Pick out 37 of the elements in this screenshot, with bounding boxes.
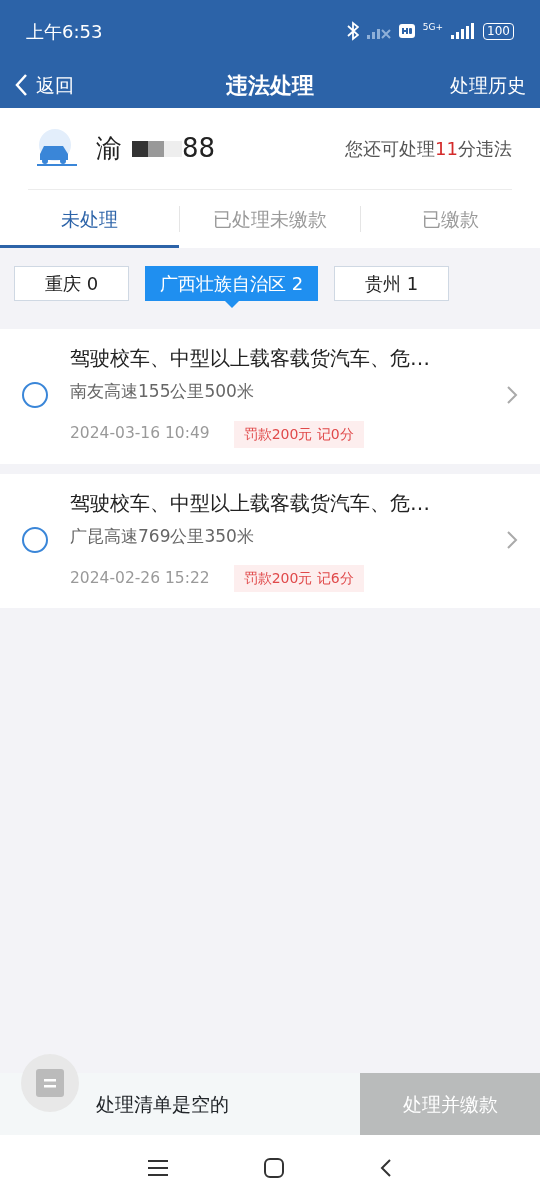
region-chip[interactable]: 广西壮族自治区 2 [145, 266, 319, 301]
back-icon [14, 73, 28, 97]
violation-card[interactable]: 驾驶校车、中型以上载客载货汽车、危… 广昆高速769公里350米 2024-02-26 15:22 罚款200元 记6分 [0, 473, 540, 608]
page-title: 违法处理 [226, 72, 314, 98]
select-checkbox[interactable] [22, 382, 48, 409]
back-button[interactable]: 返回 [14, 70, 74, 100]
bluetooth-icon [346, 21, 359, 41]
penalty-tag: 罚款200元 记6分 [233, 565, 364, 592]
redaction-drawing [132, 140, 182, 157]
select-checkbox[interactable] [22, 526, 48, 553]
back-icon[interactable] [380, 1157, 392, 1178]
violation-title: 驾驶校车、中型以上载客载货汽车、危… [70, 489, 431, 517]
violation-location: 广昆高速769公里350米 [70, 524, 255, 548]
violation-card[interactable]: 驾驶校车、中型以上载客载货汽车、危… 南友高速155公里500米 2024-03-16 10:49 罚款200元 记0分 [0, 329, 540, 464]
chevron-right-icon [506, 385, 518, 406]
quota-text: 您还可处理11分违法 [345, 137, 512, 161]
network-label: 5G+ [422, 23, 444, 32]
pointer-icon [224, 301, 239, 308]
tab[interactable]: 未处理 [0, 190, 180, 248]
violation-time: 2024-03-16 10:49 [70, 423, 210, 445]
cart-status: 处理清单是空的 [96, 1091, 230, 1117]
status-time: 上午6:53 [26, 19, 103, 44]
violation-title: 驾驶校车、中型以上载客载货汽车、危… [70, 345, 431, 372]
battery-indicator: 100 [483, 22, 514, 40]
history-link[interactable]: 处理历史 [450, 70, 526, 100]
signal-icon [451, 23, 476, 39]
plate-text: 渝 [96, 132, 122, 165]
violation-location: 南友高速155公里500米 [70, 380, 255, 403]
chevron-right-icon [506, 529, 518, 550]
region-chip[interactable]: 重庆 0 [14, 266, 129, 301]
hd-icon [398, 24, 415, 38]
violation-time: 2024-02-26 15:22 [70, 567, 210, 589]
penalty-tag: 罚款200元 记0分 [233, 420, 364, 448]
plate-text: 88 [182, 132, 216, 165]
region-chip[interactable]: 贵州 1 [334, 266, 450, 301]
menu-icon[interactable] [148, 1159, 168, 1176]
home-icon[interactable] [264, 1157, 284, 1178]
